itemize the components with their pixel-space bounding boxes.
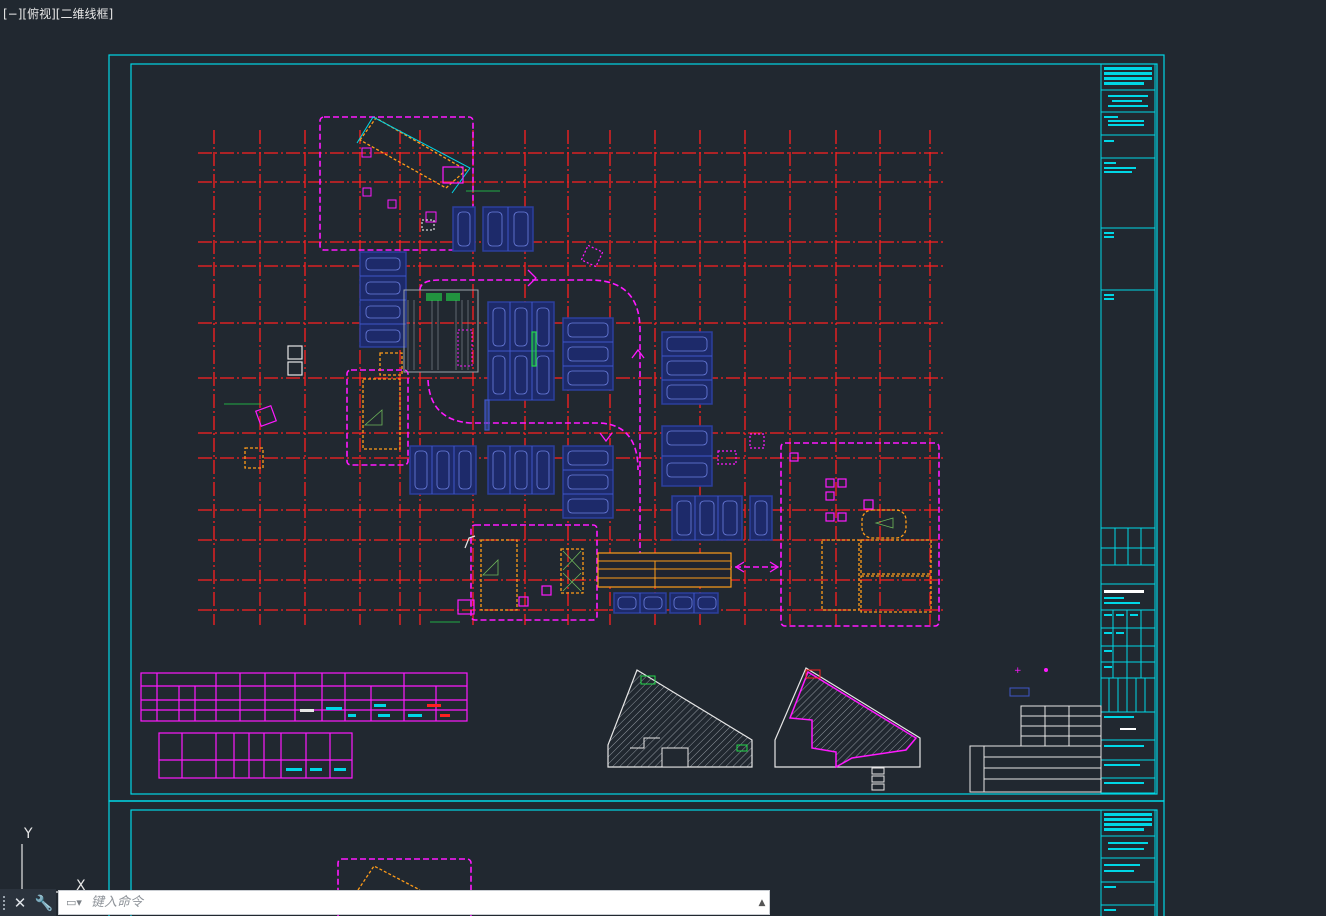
wrench-icon[interactable]: 🔧 bbox=[32, 889, 56, 916]
revision-table bbox=[969, 705, 1102, 793]
statistics-table-2-values bbox=[286, 768, 346, 771]
command-input[interactable] bbox=[89, 891, 755, 914]
command-prompt-icon[interactable]: ▭▾ bbox=[59, 891, 89, 914]
command-line-bar: ✕ 🔧 ▭▾ ▲ bbox=[0, 889, 770, 916]
title-block-2 bbox=[1100, 809, 1156, 916]
exit-structure-top bbox=[356, 116, 500, 231]
title-block bbox=[1100, 63, 1156, 794]
central-core bbox=[403, 289, 479, 373]
small-markers: + bbox=[1009, 666, 1048, 697]
statistics-table-2 bbox=[158, 732, 353, 779]
chevron-up-icon[interactable]: ▲ bbox=[755, 891, 769, 914]
ucs-y-label: Y bbox=[23, 826, 33, 842]
key-plan-1 bbox=[607, 669, 753, 768]
key-plan-2 bbox=[774, 667, 921, 791]
command-line-grip-handle[interactable] bbox=[0, 889, 8, 916]
title-block-text bbox=[1104, 67, 1152, 784]
protection-legend-note bbox=[597, 552, 732, 588]
parking-stall-lines bbox=[360, 207, 719, 613]
command-input-wrap[interactable]: ▭▾ ▲ bbox=[58, 890, 770, 915]
ucs-icon bbox=[21, 844, 70, 893]
close-icon[interactable]: ✕ bbox=[8, 889, 32, 916]
svg-text:+: + bbox=[1014, 666, 1022, 676]
parking-stalls bbox=[359, 206, 773, 614]
drawing-canvas[interactable]: + Y X bbox=[0, 0, 1326, 916]
statistics-table-1 bbox=[140, 672, 468, 722]
